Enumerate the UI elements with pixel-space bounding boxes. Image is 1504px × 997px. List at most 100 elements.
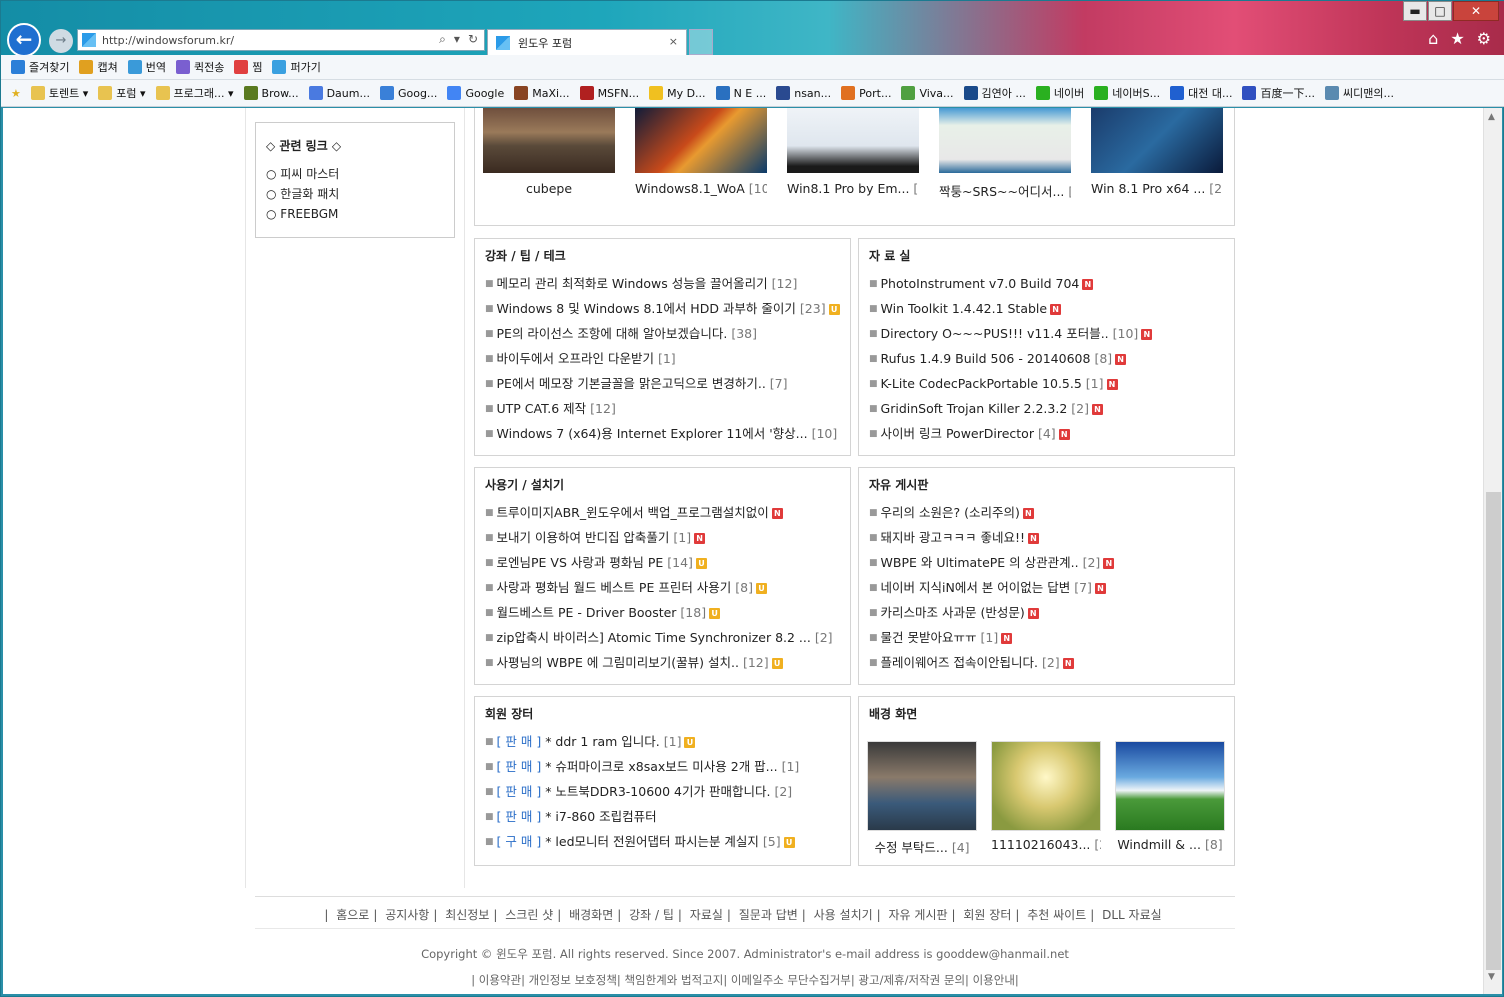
favorites-item[interactable]: 토렌트 ▾ bbox=[30, 85, 88, 101]
wallpaper-item[interactable]: 11110216043... [2] bbox=[991, 741, 1101, 856]
dropdown-icon[interactable]: ▾ bbox=[454, 32, 460, 47]
list-item[interactable]: ■[ 판 매 ] * 노트북DDR3-10600 4기가 판매합니다. [2] bbox=[485, 779, 850, 804]
screenshot-thumbnail[interactable] bbox=[939, 108, 1071, 173]
wallpaper-thumbnail[interactable] bbox=[1115, 741, 1225, 831]
policy-link[interactable]: 이메일주소 무단수집거부 bbox=[731, 973, 851, 987]
screenshot-item[interactable]: 짝퉁~SRS~~어디서... [5] bbox=[939, 108, 1071, 200]
list-item[interactable]: ■ zip압축시 바이러스] Atomic Time Synchronizer 8… bbox=[485, 625, 850, 650]
favorites-item[interactable]: 네이버S... bbox=[1094, 85, 1160, 101]
command-item[interactable]: 즐겨찾기 bbox=[11, 59, 69, 75]
list-item[interactable]: ■ 사평님의 WBPE 에 그림미리보기(꿀뷰) 설치.. [12] U bbox=[485, 650, 850, 675]
screenshot-thumbnail[interactable] bbox=[635, 108, 767, 173]
screenshot-thumbnail[interactable] bbox=[787, 108, 919, 173]
list-item[interactable]: ■[ 구 매 ] * led모니터 전원어댑터 파시는분 계실지 [5] U bbox=[485, 829, 850, 854]
footer-nav-link[interactable]: 추천 싸이트 bbox=[1027, 908, 1086, 922]
screenshot-item[interactable]: Win 8.1 Pro x64 ... [2] bbox=[1091, 108, 1223, 200]
related-link[interactable]: ○ 한글화 패치 bbox=[266, 184, 454, 204]
favorites-star-icon[interactable]: ★ bbox=[11, 87, 21, 100]
address-bar[interactable]: http://windowsforum.kr/ ⌕ ▾ ↻ bbox=[77, 29, 485, 51]
trade-tag[interactable]: [ 구 매 ] bbox=[497, 834, 542, 849]
footer-nav-link[interactable]: 홈으로 bbox=[336, 908, 369, 922]
list-item[interactable]: ■ 카리스마조 사과문 (반성문) N bbox=[869, 600, 1234, 625]
favorites-item[interactable]: N E ... bbox=[715, 86, 766, 100]
favorites-item[interactable]: Google bbox=[447, 86, 504, 100]
search-icon[interactable]: ⌕ bbox=[439, 32, 446, 47]
favorites-item[interactable]: 百度一下... bbox=[1242, 85, 1315, 101]
list-item[interactable]: ■ UTP CAT.6 제작 [12] bbox=[485, 396, 850, 421]
list-item[interactable]: ■ 월드베스트 PE - Driver Booster [18] U bbox=[485, 600, 850, 625]
favorites-item[interactable]: MSFN... bbox=[579, 86, 639, 100]
home-icon[interactable]: ⌂ bbox=[1428, 29, 1438, 48]
list-item[interactable]: ■ PhotoInstrument v7.0 Build 704 N bbox=[869, 271, 1234, 296]
list-item[interactable]: ■ Rufus 1.4.9 Build 506 - 20140608 [8] N bbox=[869, 346, 1234, 371]
list-item[interactable]: ■ K-Lite CodecPackPortable 10.5.5 [1] N bbox=[869, 371, 1234, 396]
list-item[interactable]: ■[ 판 매 ] * ddr 1 ram 입니다. [1] U bbox=[485, 729, 850, 754]
list-item[interactable]: ■ Windows 8 및 Windows 8.1에서 HDD 과부하 줄이기 [… bbox=[485, 296, 850, 321]
screenshot-item[interactable]: cubepe bbox=[483, 108, 615, 200]
wallpaper-caption[interactable]: Windmill & ... [8] bbox=[1115, 837, 1225, 852]
footer-nav-link[interactable]: 자유 게시판 bbox=[889, 908, 948, 922]
favorites-item[interactable]: 포럼 ▾ bbox=[98, 85, 146, 101]
screenshot-thumbnail[interactable] bbox=[1091, 108, 1223, 173]
list-item[interactable]: ■ 사랑과 평화님 월드 베스트 PE 프린터 사용기 [8] U bbox=[485, 575, 850, 600]
settings-gear-icon[interactable]: ⚙ bbox=[1477, 29, 1491, 48]
list-item[interactable]: ■ 우리의 소원은? (소리주의) N bbox=[869, 500, 1234, 525]
list-item[interactable]: ■ Win Toolkit 1.4.42.1 Stable N bbox=[869, 296, 1234, 321]
screenshot-thumbnail[interactable] bbox=[483, 108, 615, 173]
list-item[interactable]: ■ 보내기 이용하여 반디집 압축풀기 [1] N bbox=[485, 525, 850, 550]
list-item[interactable]: ■[ 판 매 ] * 슈퍼마이크로 x8sax보드 미사용 2개 팝... [1… bbox=[485, 754, 850, 779]
favorites-item[interactable]: 네이버 bbox=[1035, 85, 1084, 101]
favorites-item[interactable]: 김연아 ... bbox=[963, 85, 1026, 101]
list-item[interactable]: ■ 메모리 관리 최적화로 Windows 성능을 끌어올리기 [12] bbox=[485, 271, 850, 296]
favorites-item[interactable]: Port... bbox=[841, 86, 891, 100]
trade-tag[interactable]: [ 판 매 ] bbox=[497, 809, 542, 824]
policy-link[interactable]: 개인정보 보호정책 bbox=[529, 973, 617, 987]
minimize-button[interactable]: ▬ bbox=[1403, 1, 1427, 21]
screenshot-item[interactable]: Win8.1 Pro by Em... [2] bbox=[787, 108, 919, 200]
favorites-item[interactable]: nsan... bbox=[776, 86, 831, 100]
favorites-item[interactable]: 대전 대... bbox=[1170, 85, 1232, 101]
screenshot-caption[interactable]: Windows8.1_WoA [10] bbox=[635, 181, 767, 196]
policy-link[interactable]: 이용안내 bbox=[973, 973, 1015, 987]
policy-link[interactable]: 책임한계와 법적고지 bbox=[624, 973, 723, 987]
command-item[interactable]: 번역 bbox=[127, 59, 166, 75]
list-item[interactable]: ■[ 판 매 ] * i7-860 조립컴퓨터 bbox=[485, 804, 850, 829]
list-item[interactable]: ■ 물건 못받아요ㅠㅠ [1] N bbox=[869, 625, 1234, 650]
close-button[interactable]: ✕ bbox=[1453, 1, 1499, 21]
list-item[interactable]: ■ 로엔님PE VS 사랑과 평화님 PE [14] U bbox=[485, 550, 850, 575]
footer-nav-link[interactable]: 질문과 답변 bbox=[739, 908, 798, 922]
favorites-item[interactable]: 씨디맨의... bbox=[1324, 85, 1394, 101]
list-item[interactable]: ■ 사이버 링크 PowerDirector [4] N bbox=[869, 421, 1234, 446]
trade-tag[interactable]: [ 판 매 ] bbox=[497, 759, 542, 774]
favorites-item[interactable]: Viva... bbox=[901, 86, 954, 100]
footer-nav-link[interactable]: 공지사항 bbox=[385, 908, 429, 922]
trade-tag[interactable]: [ 판 매 ] bbox=[497, 734, 542, 749]
list-item[interactable]: ■ 돼지바 광고ㅋㅋㅋ 좋네요!! N bbox=[869, 525, 1234, 550]
footer-nav-link[interactable]: 배경화면 bbox=[569, 908, 613, 922]
related-link[interactable]: ○ 피씨 마스터 bbox=[266, 164, 454, 184]
footer-nav-link[interactable]: 스크린 샷 bbox=[505, 908, 553, 922]
scroll-up-icon[interactable]: ▲ bbox=[1488, 112, 1495, 122]
footer-nav-link[interactable]: 최신정보 bbox=[445, 908, 489, 922]
screenshot-caption[interactable]: Win8.1 Pro by Em... [2] bbox=[787, 181, 919, 196]
list-item[interactable]: ■ 바이두에서 오프라인 다운받기 [1] bbox=[485, 346, 850, 371]
list-item[interactable]: ■ 트루이미지ABR_윈도우에서 백업_프로그램설치없이 N bbox=[485, 500, 850, 525]
list-item[interactable]: ■ Directory O~~~PUS!!! v11.4 포터블.. [10] N bbox=[869, 321, 1234, 346]
wallpaper-thumbnail[interactable] bbox=[867, 741, 977, 831]
wallpaper-thumbnail[interactable] bbox=[991, 741, 1101, 831]
footer-nav-link[interactable]: 자료실 bbox=[690, 908, 723, 922]
screenshot-caption[interactable]: 짝퉁~SRS~~어디서... [5] bbox=[939, 181, 1071, 200]
refresh-icon[interactable]: ↻ bbox=[468, 32, 478, 47]
vertical-scrollbar[interactable]: ▲ ▼ bbox=[1483, 108, 1502, 994]
footer-nav-link[interactable]: 사용 설치기 bbox=[814, 908, 873, 922]
new-tab-button[interactable] bbox=[689, 29, 713, 55]
favorites-star-icon[interactable]: ★ bbox=[1450, 29, 1464, 48]
command-item[interactable]: 캡쳐 bbox=[79, 59, 118, 75]
favorites-item[interactable]: Brow... bbox=[243, 86, 299, 100]
scroll-down-icon[interactable]: ▼ bbox=[1488, 972, 1495, 982]
trade-tag[interactable]: [ 판 매 ] bbox=[497, 784, 542, 799]
list-item[interactable]: ■ 네이버 지식iN에서 본 어이없는 답변 [7] N bbox=[869, 575, 1234, 600]
footer-nav-link[interactable]: 회원 장터 bbox=[963, 908, 1011, 922]
screenshot-item[interactable]: Windows8.1_WoA [10] bbox=[635, 108, 767, 200]
command-item[interactable]: 찜 bbox=[234, 59, 262, 75]
